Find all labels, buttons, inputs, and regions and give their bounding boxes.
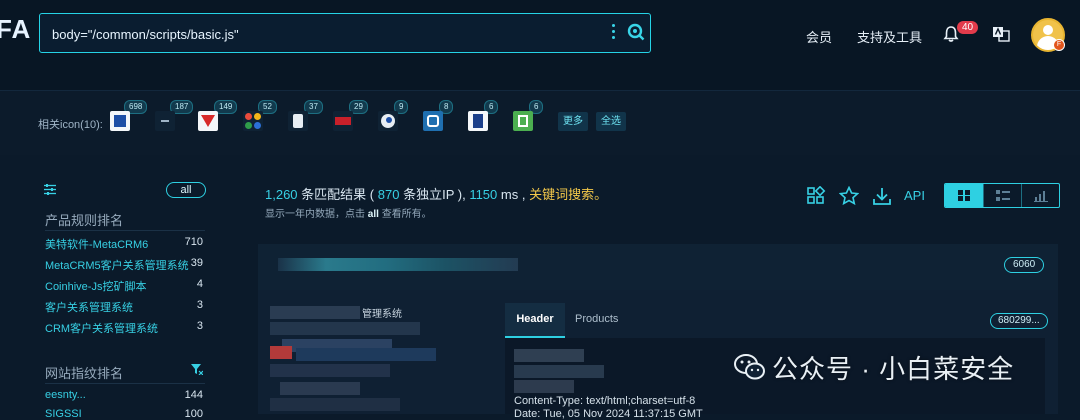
favicon-5-icon[interactable] xyxy=(288,111,308,131)
all-filter-button[interactable]: all xyxy=(166,182,206,198)
view-mode-toggle xyxy=(944,183,1060,208)
favicon-7-icon[interactable] xyxy=(378,111,398,131)
favicon-3-icon[interactable] xyxy=(198,111,218,131)
port-tag[interactable]: 6060 xyxy=(1004,257,1045,273)
search-input[interactable] xyxy=(50,23,594,45)
favicon-4-icon[interactable] xyxy=(243,111,263,131)
response-header-line: Date: Tue, 05 Nov 2024 11:37:15 GMT xyxy=(514,408,703,420)
favicon-2-icon[interactable] xyxy=(155,111,175,131)
wechat-logo-icon xyxy=(734,354,765,380)
result-summary: 1,260 条匹配结果 ( 870 条独立IP ), 1150 ms , 关键词… xyxy=(265,187,608,202)
search-box xyxy=(39,13,651,53)
total-count: 1,260 xyxy=(265,187,298,202)
product-rank-item[interactable]: 客户关系管理系统 3 xyxy=(45,299,205,315)
favicon-8-icon[interactable] xyxy=(423,111,443,131)
tab-header[interactable]: Header xyxy=(505,303,565,338)
result-subtext: 显示一年内数据，点击 all 查看所有。 xyxy=(265,209,432,220)
result-title-fragment: 管理系统 xyxy=(362,309,402,320)
list-view-icon xyxy=(996,190,1010,201)
logo[interactable]: FA xyxy=(0,14,31,45)
redacted-text xyxy=(514,380,574,393)
product-rank-item[interactable]: 美特软件-MetaCRM6 710 xyxy=(45,236,205,252)
product-rank-item[interactable]: Coinhive-Js挖矿脚本 4 xyxy=(45,278,205,294)
redacted-text xyxy=(296,348,436,361)
api-button[interactable]: API xyxy=(904,188,925,203)
filter-settings-icon[interactable] xyxy=(44,184,56,195)
nav-membership[interactable]: 会员 xyxy=(806,27,832,46)
redacted-text xyxy=(270,364,390,377)
product-ranking-title: 产品规则排名 xyxy=(45,213,124,228)
bar-chart-icon xyxy=(1034,191,1048,202)
site-rank-item[interactable]: SIGSSI 100 xyxy=(45,408,205,420)
watermark-text: 公众号 · 小白菜安全 xyxy=(772,354,1015,384)
redacted-text xyxy=(514,349,584,362)
keyword-search-link[interactable]: 关键词搜索。 xyxy=(529,187,607,202)
favicon-6-icon[interactable] xyxy=(333,111,353,131)
redacted-text xyxy=(280,382,360,395)
product-rank-item[interactable]: MetaCRM5客户关系管理系统 39 xyxy=(45,257,205,273)
site-rank-item[interactable]: eesnty... 144 xyxy=(45,389,205,401)
translate-icon[interactable] xyxy=(992,26,1010,42)
grid-view-icon xyxy=(958,190,970,201)
redacted-text xyxy=(270,398,400,411)
avatar-status-badge: F xyxy=(1053,39,1065,51)
stats-view-button[interactable] xyxy=(1021,184,1059,207)
favicon-9-icon[interactable] xyxy=(468,111,488,131)
list-view-button[interactable] xyxy=(983,184,1022,207)
search-icon[interactable] xyxy=(627,23,645,41)
redacted-text xyxy=(514,365,604,378)
divider xyxy=(45,383,205,384)
redacted-text xyxy=(270,306,360,319)
divider xyxy=(45,230,205,231)
tab-products[interactable]: Products xyxy=(575,313,618,325)
grid-apps-icon[interactable] xyxy=(806,186,826,206)
filter-clear-icon[interactable] xyxy=(191,364,203,375)
notification-badge: 40 xyxy=(957,21,979,34)
redacted-text xyxy=(270,322,420,335)
query-time: 1150 xyxy=(469,187,498,202)
grid-view-button[interactable] xyxy=(945,184,983,207)
product-rank-item[interactable]: CRM客户关系管理系统 3 xyxy=(45,320,205,336)
id-tag[interactable]: 680299... xyxy=(990,313,1048,329)
more-icons-button[interactable]: 更多 xyxy=(558,112,588,131)
favicon-1-icon[interactable] xyxy=(110,111,130,131)
redacted-text xyxy=(270,346,292,359)
site-fingerprint-ranking-title: 网站指纹排名 xyxy=(45,366,124,381)
related-icons-label: 相关icon(10): xyxy=(38,119,103,131)
nav-support-tools[interactable]: 支持及工具 xyxy=(857,27,922,46)
favicon-10-icon[interactable] xyxy=(513,111,533,131)
view-all-link[interactable]: all xyxy=(368,209,379,220)
select-all-button[interactable]: 全选 xyxy=(596,112,626,131)
more-options-icon[interactable] xyxy=(612,24,616,42)
ip-count: 870 xyxy=(377,187,400,202)
download-icon[interactable] xyxy=(872,186,892,206)
star-icon[interactable] xyxy=(839,186,859,206)
response-header-line: Content-Type: text/html;charset=utf-8 xyxy=(514,395,696,407)
redacted-host xyxy=(278,258,518,271)
